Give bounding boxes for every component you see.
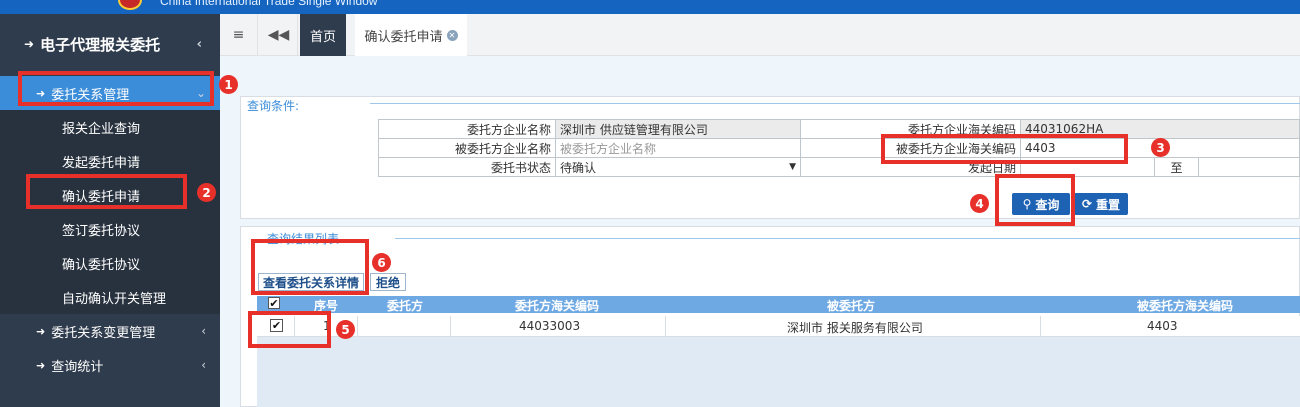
sidebar-item-label: 自动确认开关管理 [62,291,167,307]
hamburger-icon: ≡ [232,27,245,43]
customs-logo-icon [118,0,142,10]
client-name-value: 深圳市 供应链管理有限公司 [555,119,801,139]
row-client-code: 44033003 [519,319,581,333]
annotation-number-5: 5 [336,320,355,339]
grid-divider [450,316,451,337]
client-name-label: 委托方企业名称 [378,119,556,139]
query-legend: 查询条件: [247,99,300,113]
signin-icon: ➜ [24,37,35,51]
status-select[interactable]: 待确认 ▼ [555,157,801,177]
tab-home[interactable]: 首页 [300,14,346,56]
sidebar-item-label: 报关企业查询 [62,121,141,137]
results-grid-body [257,337,1300,407]
sidebar-item-label: 确认委托协议 [62,257,141,273]
sidebar-item-statistics[interactable]: ➜ 查询统计 ‹ [0,348,220,382]
brand-text: China International Trade Single Window [160,0,378,8]
status-label: 委托书状态 [378,157,556,177]
annotation-number-6: 6 [372,253,391,272]
annotation-box-6 [251,239,369,295]
signin-icon: ➜ [36,358,46,372]
annotation-box-1 [18,71,214,106]
sidebar-item-label: 查询统计 [51,359,104,375]
table-row[interactable]: ✔ 1 44033003 深圳市 报关服务有限公司 4403 [257,316,1300,337]
sidebar-item-auto-confirm[interactable]: 自动确认开关管理 [0,280,220,314]
col-agent: 被委托方 [827,299,876,313]
tab-scroll-left-button[interactable]: ◀◀ [260,14,298,56]
chevron-left-icon: ‹ [201,358,206,372]
grid-divider [1040,316,1041,337]
sidebar-item-broker-query[interactable]: 报关企业查询 [0,110,220,144]
menu-toggle-button[interactable]: ≡ [220,14,258,56]
date-to-label: 至 [1154,157,1199,177]
grid-divider [665,316,666,337]
date-to-input[interactable] [1198,157,1300,177]
agent-name-input[interactable]: 被委托方企业名称 [555,138,801,158]
sidebar-item-label: 发起委托申请 [62,155,141,171]
tab-bar: ≡ ◀◀ 首页 确认委托申请 ✕ [220,14,1300,56]
dropdown-arrow-icon: ▼ [789,162,796,172]
select-all-checkbox[interactable]: ✔ [268,297,280,309]
top-banner: China International Trade Single Window [0,0,1300,14]
results-grid-header: ✔ 序号 委托方 委托方海关编码 被委托方 被委托方海关编码 [257,296,1300,313]
tab-label: 确认委托申请 [364,29,443,45]
status-select-value: 待确认 [560,160,597,175]
annotation-number-4: 4 [970,194,989,213]
sidebar-item-relation-change[interactable]: ➜ 委托关系变更管理 ‹ [0,314,220,348]
agent-name-label: 被委托方企业名称 [378,138,556,158]
chevron-left-icon: ‹ [201,324,206,338]
annotation-number-1: 1 [219,75,238,94]
reject-button[interactable]: 拒绝 [370,273,406,291]
grid-divider [357,316,358,337]
col-client: 委托方 [387,299,424,313]
annotation-box-2 [26,174,187,209]
annotation-number-2: 2 [197,183,216,202]
col-agent-code: 被委托方海关编码 [1137,299,1234,313]
row-agent-code: 4403 [1147,319,1178,333]
close-icon[interactable]: ✕ [446,29,458,41]
legend-divider [370,103,1300,104]
sidebar-title-label: 电子代理报关委托 [40,35,161,54]
annotation-box-4 [995,174,1075,226]
annotation-box-3 [881,134,1128,164]
double-left-arrow-icon: ◀◀ [267,27,290,43]
col-client-code: 委托方海关编码 [515,299,600,313]
sidebar-title[interactable]: ➜ 电子代理报关委托 ‹ [0,14,220,74]
refresh-icon: ⟳ [1081,197,1093,211]
sidebar-item-confirm-agreement[interactable]: 确认委托协议 [0,246,220,280]
reset-button-label: 重置 [1096,197,1121,212]
sidebar-item-label: 签订委托协议 [62,223,141,239]
sidebar-item-initiate-request[interactable]: 发起委托申请 [0,144,220,178]
sidebar-item-label: 委托关系变更管理 [51,325,156,341]
chevron-left-icon: ‹ [196,37,202,52]
legend-divider [395,238,1300,239]
signin-icon: ➜ [36,324,46,338]
reset-button[interactable]: ⟳ 重置 [1074,193,1128,215]
row-agent: 深圳市 报关服务有限公司 [787,321,923,335]
sidebar-item-sign-agreement[interactable]: 签订委托协议 [0,212,220,246]
annotation-number-3: 3 [1151,138,1170,157]
tab-confirm-request[interactable]: 确认委托申请 ✕ [355,14,467,56]
annotation-box-5 [248,311,331,348]
